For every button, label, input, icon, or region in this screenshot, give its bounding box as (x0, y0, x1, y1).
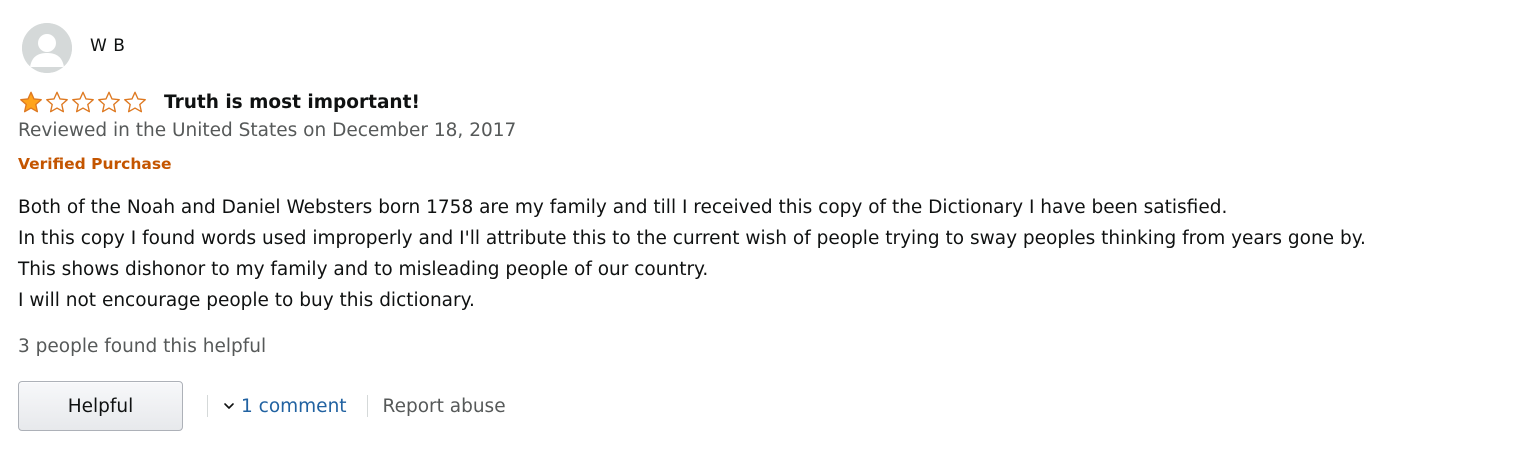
review-body-line: This shows dishonor to my family and to … (18, 259, 709, 280)
review-body-line: Both of the Noah and Daniel Websters bor… (18, 197, 1228, 218)
star-filled-icon (20, 91, 42, 113)
review-date: Reviewed in the United States on Decembe… (18, 120, 517, 141)
verified-purchase-badge: Verified Purchase (18, 155, 172, 173)
review-body-line: In this copy I found words used improper… (18, 228, 1366, 249)
rating-row: Truth is most important! (18, 88, 420, 116)
comments-link-label: 1 comment (241, 395, 347, 417)
reviewer-profile[interactable]: W B (22, 23, 125, 73)
star-empty-icon (98, 91, 120, 113)
star-empty-icon (46, 91, 68, 113)
chevron-down-icon (224, 403, 234, 409)
comments-link[interactable]: 1 comment (222, 396, 347, 417)
divider (207, 395, 208, 417)
star-empty-icon (72, 91, 94, 113)
user-silhouette-icon (22, 23, 72, 73)
review-card: W B Truth is most important! Reviewed in… (0, 0, 1536, 455)
review-body: Both of the Noah and Daniel Websters bor… (18, 192, 1518, 316)
helpful-vote-count: 3 people found this helpful (18, 336, 267, 357)
reviewer-name: W B (90, 36, 126, 56)
review-title[interactable]: Truth is most important! (164, 92, 420, 113)
review-actions: Helpful 1 comment Report abuse (18, 381, 506, 431)
helpful-button[interactable]: Helpful (18, 381, 183, 431)
report-abuse-link[interactable]: Report abuse (383, 396, 506, 417)
star-empty-icon (124, 91, 146, 113)
divider (366, 395, 368, 417)
review-body-line: I will not encourage people to buy this … (18, 290, 475, 311)
star-rating[interactable] (18, 90, 152, 114)
